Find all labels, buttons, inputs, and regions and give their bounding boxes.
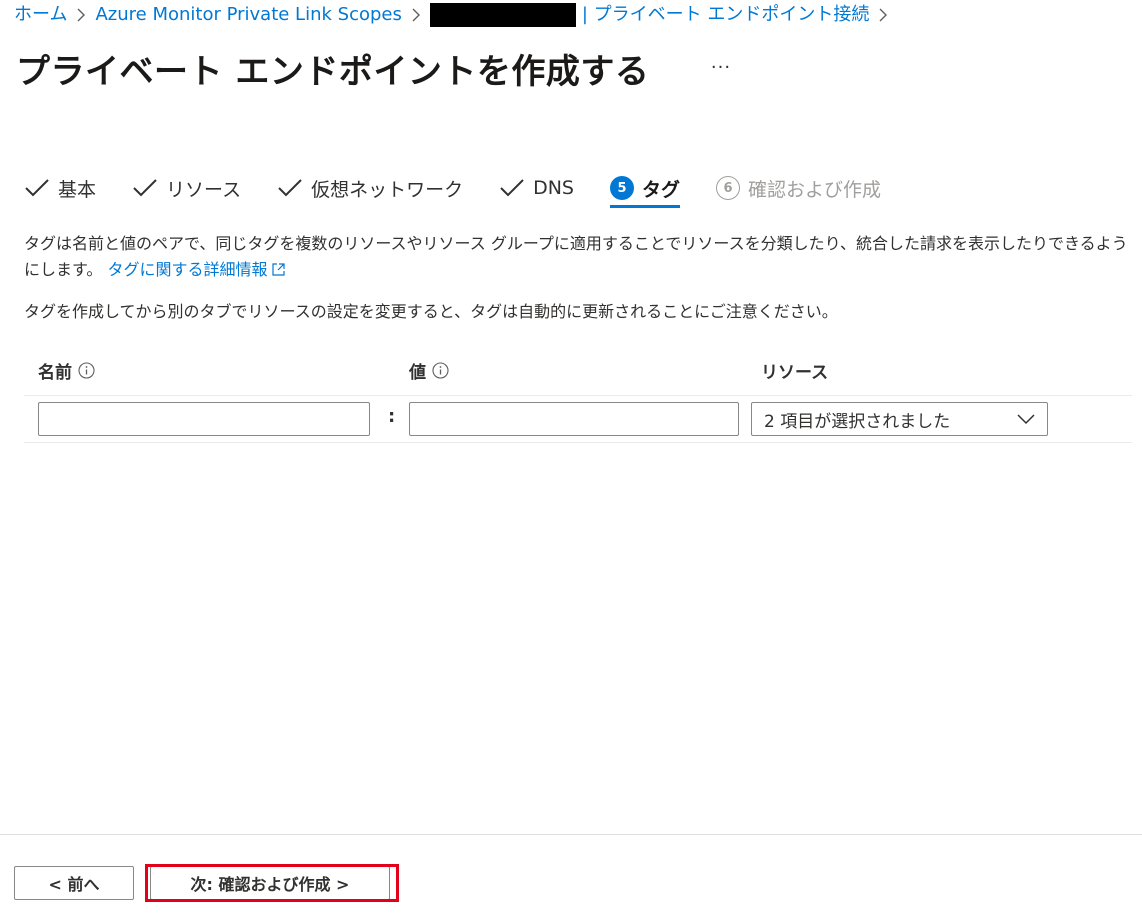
tab-label: 基本 xyxy=(58,178,97,201)
tags-table-header: 名前 値 リソース xyxy=(24,354,1132,396)
breadcrumb-ampls-link[interactable]: Azure Monitor Private Link Scopes xyxy=(95,3,401,27)
tab-review-create[interactable]: 6 確認および作成 xyxy=(716,168,881,208)
column-header-label: 値 xyxy=(409,363,426,383)
learn-more-tags-link[interactable]: タグに関する詳細情報 xyxy=(108,260,285,279)
tag-row: : 2 項目が選択されました xyxy=(24,396,1132,443)
checkmark-icon xyxy=(25,179,49,197)
tab-virtual-network[interactable]: 仮想ネットワーク xyxy=(277,168,463,208)
create-private-endpoint-page: ホーム Azure Monitor Private Link Scopes | … xyxy=(0,0,1142,920)
chevron-right-icon xyxy=(879,8,888,22)
page-title: プライベート エンドポイントを作成する xyxy=(16,52,650,92)
more-options-button[interactable]: ··· xyxy=(704,52,738,82)
tab-label: DNS xyxy=(533,177,574,199)
column-header-label: 名前 xyxy=(38,363,72,383)
chevron-down-icon xyxy=(1017,414,1035,425)
breadcrumb: ホーム Azure Monitor Private Link Scopes | … xyxy=(14,3,897,27)
breadcrumb-pe-connections-link[interactable]: | プライベート エンドポイント接続 xyxy=(582,3,870,27)
tab-label: タグ xyxy=(642,178,681,201)
tags-update-note: タグを作成してから別のタブでリソースの設定を変更すると、タグは自動的に更新される… xyxy=(24,302,838,321)
column-header-resource: リソース xyxy=(761,358,828,383)
tab-tags[interactable]: 5 タグ xyxy=(610,168,681,208)
chevron-right-icon xyxy=(412,8,420,22)
external-link-icon xyxy=(271,263,285,276)
column-header-label: リソース xyxy=(761,363,829,383)
tab-resource[interactable]: リソース xyxy=(132,168,241,208)
tags-description: タグは名前と値のペアで、同じタグを複数のリソースやリソース グループに適用するこ… xyxy=(24,231,1136,283)
tab-label: リソース xyxy=(166,178,242,201)
info-icon[interactable] xyxy=(78,362,95,379)
step-number-badge: 5 xyxy=(610,176,634,200)
footer-divider xyxy=(0,834,1142,835)
redacted-resource-name xyxy=(429,3,576,27)
tab-basics[interactable]: 基本 xyxy=(24,168,96,208)
dropdown-selected-text: 2 項目が選択されました xyxy=(764,411,951,432)
step-number-badge: 6 xyxy=(716,176,741,200)
breadcrumb-home-link[interactable]: ホーム xyxy=(14,3,67,27)
column-header-value: 値 xyxy=(409,358,449,383)
chevron-right-icon xyxy=(77,8,86,22)
tag-name-input[interactable] xyxy=(38,402,370,436)
checkmark-icon xyxy=(133,179,157,197)
wizard-steps: 基本 リソース 仮想ネットワーク DNS 5 タグ 6 確認および作成 xyxy=(24,168,917,208)
checkmark-icon xyxy=(278,179,302,197)
tag-value-input[interactable] xyxy=(409,402,739,436)
info-icon[interactable] xyxy=(432,362,449,379)
tab-label: 仮想ネットワーク xyxy=(311,178,464,201)
column-header-name: 名前 xyxy=(38,358,95,383)
checkmark-icon xyxy=(500,179,524,197)
previous-button[interactable]: < 前へ xyxy=(14,866,134,900)
tag-resource-dropdown[interactable]: 2 項目が選択されました xyxy=(751,402,1048,436)
tab-dns[interactable]: DNS xyxy=(499,168,574,208)
learn-more-label: タグに関する詳細情報 xyxy=(107,260,268,279)
next-review-create-button[interactable]: 次: 確認および作成 > xyxy=(150,866,390,900)
tag-separator: : xyxy=(388,406,396,427)
tab-label: 確認および作成 xyxy=(748,178,882,201)
